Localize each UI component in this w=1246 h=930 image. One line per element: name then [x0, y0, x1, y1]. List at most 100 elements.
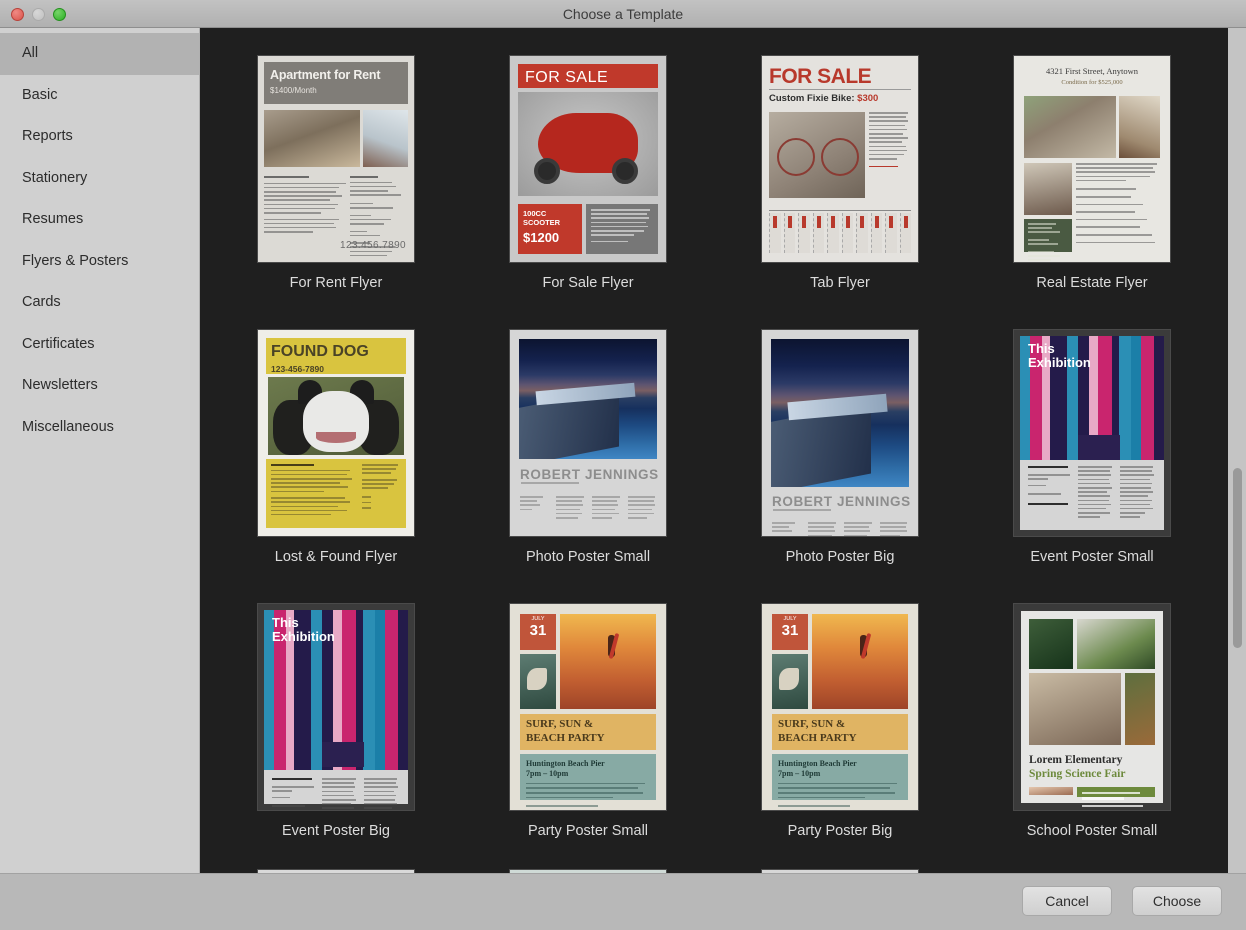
sidebar-item-flyers-and-posters[interactable]: Flyers & Posters — [0, 241, 199, 283]
thumb-photo-living-room — [264, 110, 360, 167]
thumb-photo-house-exterior — [1024, 96, 1116, 158]
thumb-column — [1078, 466, 1114, 524]
gallery-scrollbar-thumb[interactable] — [1233, 468, 1242, 648]
template-caption: Photo Poster Big — [786, 549, 895, 565]
thumb-photo-microscope — [1029, 619, 1073, 669]
template-caption: Event Poster Big — [282, 823, 390, 839]
template-thumbnail[interactable]: 4321 First Street, Anytown Condition for… — [1014, 56, 1170, 262]
pull-tab — [900, 213, 912, 253]
template-card-real-estate-flyer[interactable]: 4321 First Street, Anytown Condition for… — [966, 48, 1218, 322]
minimize-button[interactable] — [32, 8, 45, 21]
template-caption: School Poster Small — [1027, 823, 1158, 839]
window-title: Choose a Template — [0, 0, 1246, 28]
template-card-party-poster-big[interactable]: JULY 31 SURF, SUN & BEACH PARTY — [714, 596, 966, 870]
choose-button[interactable]: Choose — [1132, 886, 1222, 916]
template-thumbnail[interactable]: Apartment for Rent $1400/Month 123.456.7… — [258, 56, 414, 262]
thumb-column — [880, 522, 909, 536]
sidebar-item-certificates[interactable]: Certificates — [0, 324, 199, 366]
dog-face — [303, 391, 368, 452]
thumb-subheading: 123-456-7890 — [271, 364, 401, 375]
thumb-stripe-block — [322, 742, 364, 767]
template-thumbnail[interactable]: FOR SALE Custom Fixie Bike: $300 — [762, 56, 918, 262]
thumb-photo-girl-with-ball — [1029, 673, 1121, 745]
thumb-description — [778, 783, 902, 807]
template-thumbnail[interactable]: FOR SALE 100CC SCOOTER $1200 — [510, 56, 666, 262]
template-caption: Party Poster Small — [528, 823, 648, 839]
thumb-title-band: SURF, SUN & BEACH PARTY — [520, 714, 656, 750]
thumbnail-wrapper: Lorem Elementary Spring Science Fair — [1014, 596, 1170, 810]
template-thumbnail[interactable]: ThisExhibition — [258, 604, 414, 810]
thumb-price: $1200 — [523, 229, 577, 247]
thumb-column — [556, 496, 585, 521]
template-card-photo-poster-small[interactable]: ROBERT JENNINGS Photo Poster Small — [462, 322, 714, 596]
choose-template-dialog: Choose a Template All Basic Reports Stat… — [0, 0, 1246, 930]
template-card-tab-flyer[interactable]: FOR SALE Custom Fixie Bike: $300 — [714, 48, 966, 322]
thumbnail-wrapper: JULY 31 SURF, SUN & BEACH PARTY — [762, 596, 918, 810]
template-grid: Apartment for Rent $1400/Month 123.456.7… — [200, 28, 1228, 870]
sidebar-item-all[interactable]: All — [0, 33, 199, 75]
sidebar-item-reports[interactable]: Reports — [0, 116, 199, 158]
thumb-heading-line2: BEACH PARTY — [526, 732, 650, 746]
cancel-button[interactable]: Cancel — [1022, 886, 1112, 916]
window-titlebar: Choose a Template — [0, 0, 1246, 28]
template-card-event-poster-small[interactable]: ThisExhibition — [966, 322, 1218, 596]
thumb-column — [772, 522, 801, 536]
sidebar-item-label: Cards — [22, 294, 61, 310]
template-card-lost-and-found-flyer[interactable]: FOUND DOG 123-456-7890 — [210, 322, 462, 596]
thumb-venue: Huntington Beach Pier — [778, 759, 902, 769]
sidebar-item-cards[interactable]: Cards — [0, 282, 199, 324]
thumb-heading-line2: Exhibition — [1028, 355, 1091, 370]
thumb-agent-info-block — [1024, 219, 1072, 252]
sidebar-item-miscellaneous[interactable]: Miscellaneous — [0, 407, 199, 449]
template-thumbnail[interactable]: ROBERT JENNINGS — [510, 330, 666, 536]
template-card-event-poster-big[interactable]: ThisExhibition — [210, 596, 462, 870]
template-card-for-sale-flyer[interactable]: FOR SALE 100CC SCOOTER $1200 — [462, 48, 714, 322]
pull-tab — [769, 213, 781, 253]
thumb-heading: FOR SALE — [525, 67, 608, 89]
thumb-heading: Apartment for Rent — [270, 67, 402, 84]
thumb-column — [628, 496, 657, 521]
sidebar-item-label: Newsletters — [22, 377, 98, 393]
surfer-shape — [779, 668, 799, 690]
zoom-button[interactable] — [53, 8, 66, 21]
template-card-school-poster-small[interactable]: Lorem Elementary Spring Science Fair — [966, 596, 1218, 870]
sidebar-item-label: Certificates — [22, 336, 95, 352]
thumb-page: ThisExhibition — [1020, 336, 1164, 530]
thumb-details-band: Huntington Beach Pier 7pm – 10pm — [772, 754, 908, 800]
thumb-header: Apartment for Rent $1400/Month — [264, 62, 408, 104]
template-thumbnail[interactable]: JULY 31 SURF, SUN & BEACH PARTY — [510, 604, 666, 810]
template-card-party-poster-small[interactable]: JULY 31 SURF, SUN & BEACH PARTY — [462, 596, 714, 870]
thumb-details-block — [266, 459, 406, 528]
thumbnail-wrapper: FOR SALE 100CC SCOOTER $1200 — [510, 48, 666, 262]
thumb-column — [364, 778, 400, 798]
template-thumbnail[interactable]: FOUND DOG 123-456-7890 — [258, 330, 414, 536]
template-thumbnail[interactable]: JULY 31 SURF, SUN & BEACH PARTY — [762, 604, 918, 810]
template-thumbnail[interactable]: ROBERT JENNINGS — [762, 330, 918, 536]
close-button[interactable] — [11, 8, 24, 21]
sidebar-item-stationery[interactable]: Stationery — [0, 158, 199, 200]
thumb-photo-beach-sunset — [560, 614, 656, 709]
thumb-heading: ThisExhibition — [272, 616, 335, 645]
thumb-details-left — [271, 464, 357, 518]
template-card-for-rent-flyer[interactable]: Apartment for Rent $1400/Month 123.456.7… — [210, 48, 462, 322]
thumb-photo-bicycle — [769, 112, 865, 198]
thumb-heading: ThisExhibition — [1028, 342, 1091, 371]
gallery-scrollbar-track[interactable] — [1228, 28, 1246, 873]
sidebar-item-resumes[interactable]: Resumes — [0, 199, 199, 241]
template-thumbnail[interactable]: Lorem Elementary Spring Science Fair — [1014, 604, 1170, 810]
thumbnail-wrapper: FOUND DOG 123-456-7890 — [258, 322, 414, 536]
thumb-description — [526, 783, 650, 807]
template-gallery: Apartment for Rent $1400/Month 123.456.7… — [200, 28, 1228, 873]
thumb-subheading — [521, 482, 579, 486]
thumb-venue: Huntington Beach Pier — [526, 759, 650, 769]
thumb-column — [808, 522, 837, 536]
thumb-body — [272, 778, 400, 798]
sidebar-item-label: Flyers & Posters — [22, 253, 128, 269]
template-card-photo-poster-big[interactable]: ROBERT JENNINGS Photo Poster Big — [714, 322, 966, 596]
sidebar-item-newsletters[interactable]: Newsletters — [0, 365, 199, 407]
sidebar-item-basic[interactable]: Basic — [0, 75, 199, 117]
template-caption: Real Estate Flyer — [1036, 275, 1147, 291]
template-thumbnail[interactable]: ThisExhibition — [1014, 330, 1170, 536]
thumb-info-block — [1077, 787, 1155, 797]
template-caption: Photo Poster Small — [526, 549, 650, 565]
